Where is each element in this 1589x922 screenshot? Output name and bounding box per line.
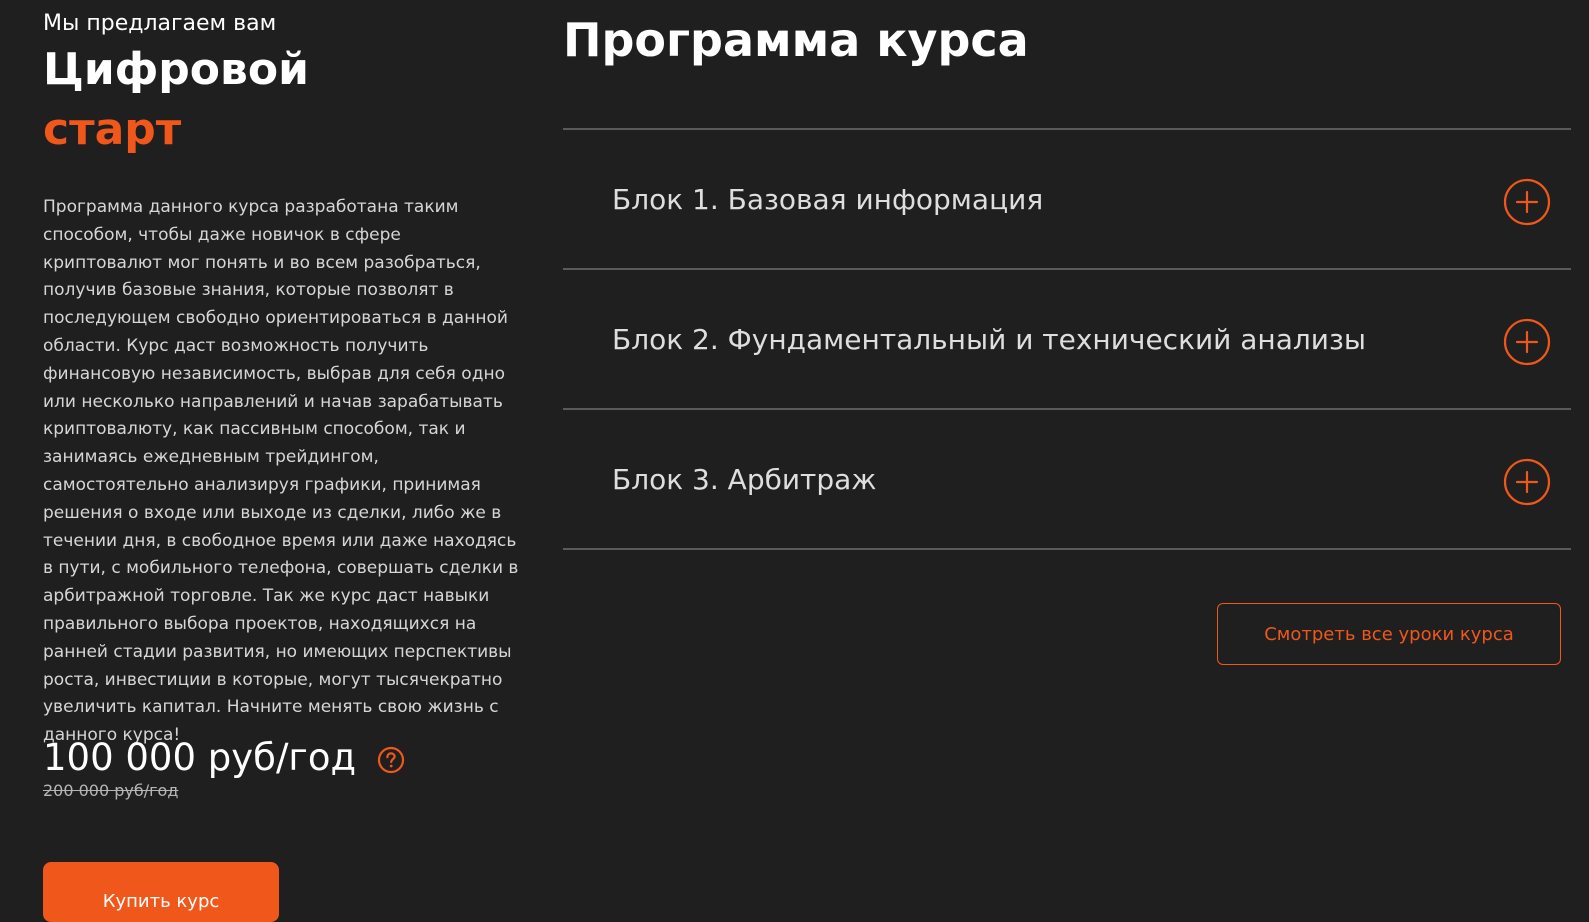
plus-circle-icon[interactable] bbox=[1503, 318, 1551, 366]
buy-course-button[interactable]: Купить курс bbox=[43, 862, 279, 922]
accordion-item-label: Блок 1. Базовая информация bbox=[612, 183, 1044, 216]
current-price: 100 000 руб/год bbox=[43, 736, 357, 779]
offer-eyebrow: Мы предлагаем вам bbox=[43, 11, 277, 36]
question-circle-icon[interactable] bbox=[377, 746, 405, 774]
old-price: 200 000 руб/год bbox=[43, 781, 179, 800]
program-title: Программа курса bbox=[563, 13, 1029, 67]
plus-circle-icon[interactable] bbox=[1503, 178, 1551, 226]
accordion-item-label: Блок 2. Фундаментальный и технический ан… bbox=[612, 323, 1366, 356]
course-title-accent: старт bbox=[43, 104, 182, 155]
course-description: Программа данного курса разработана таки… bbox=[43, 197, 519, 746]
accordion-item-block-2[interactable]: Блок 2. Фундаментальный и технический ан… bbox=[563, 270, 1571, 410]
view-all-lessons-button[interactable]: Смотреть все уроки курса bbox=[1217, 603, 1561, 665]
accordion-item-block-3[interactable]: Блок 3. Арбитраж bbox=[563, 410, 1571, 550]
price-row: 100 000 руб/год bbox=[43, 734, 405, 782]
course-title: Цифровой bbox=[43, 44, 309, 95]
plus-circle-icon[interactable] bbox=[1503, 458, 1551, 506]
program-accordion: Блок 1. Базовая информация Блок 2. Фунда… bbox=[563, 128, 1571, 550]
accordion-item-label: Блок 3. Арбитраж bbox=[612, 463, 877, 496]
accordion-item-block-1[interactable]: Блок 1. Базовая информация bbox=[563, 130, 1571, 270]
